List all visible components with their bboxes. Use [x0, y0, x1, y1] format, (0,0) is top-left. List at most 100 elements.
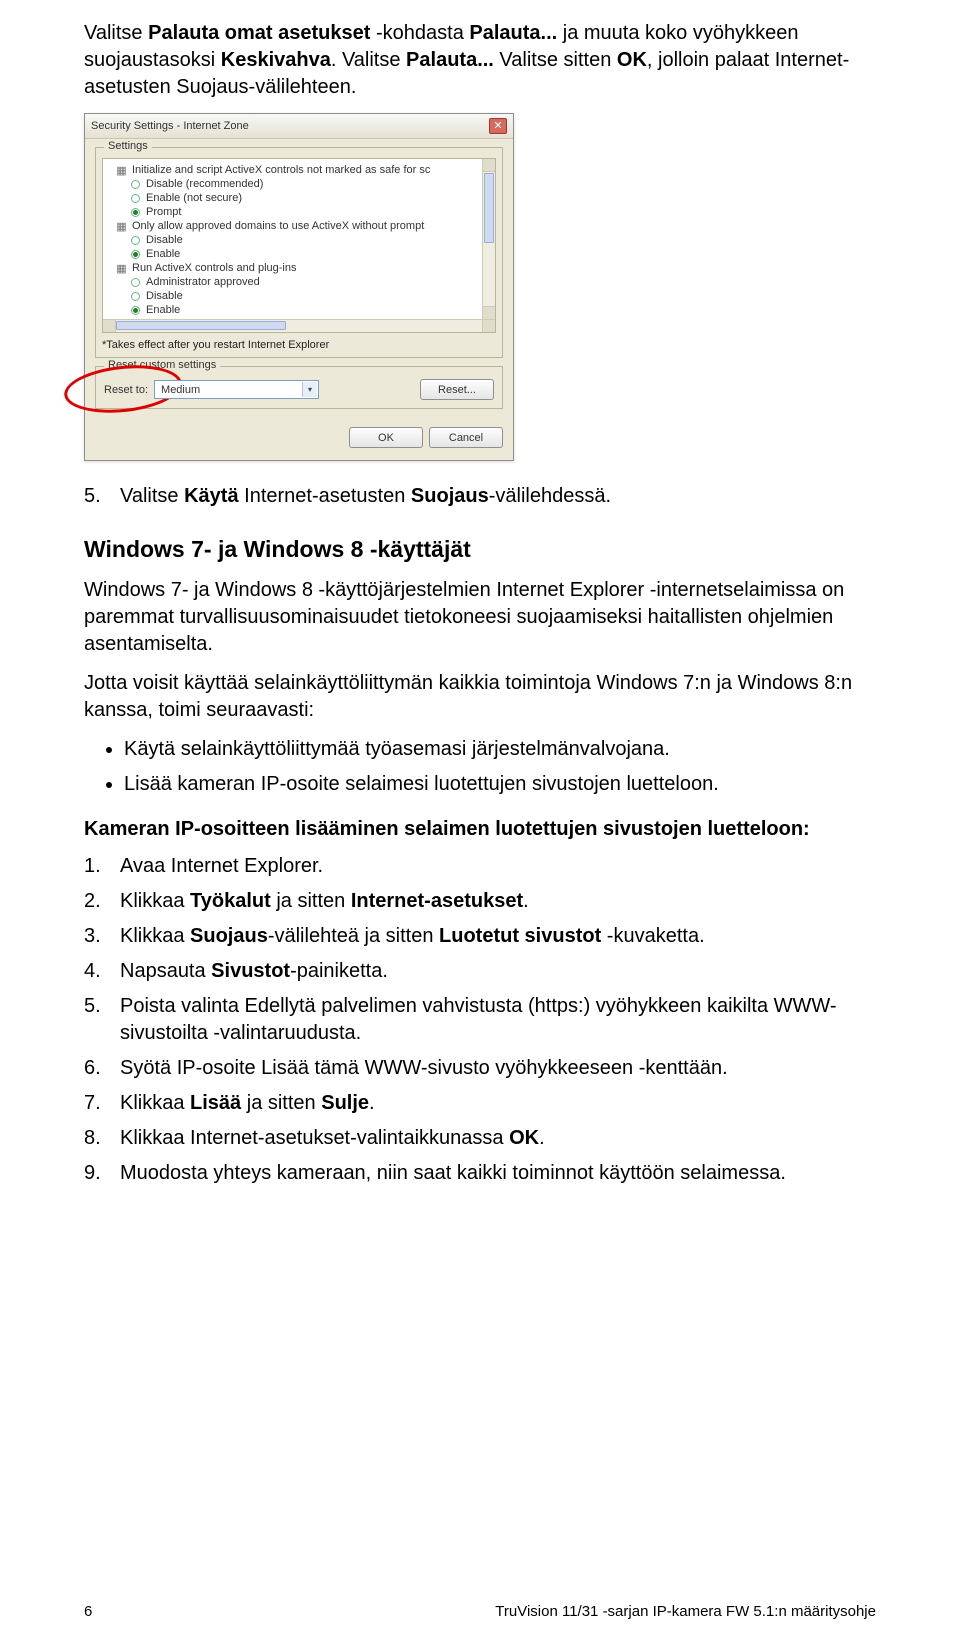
reset-fieldset: Reset custom settings Reset to: Medium ▾… — [95, 366, 503, 409]
tree-node: ▦ Only allow approved domains to use Acti… — [109, 219, 489, 233]
list-item: Lisää kameran IP-osoite selaimesi luotet… — [124, 771, 876, 798]
dialog-body: Settings ▦Initialize and script ActiveX … — [85, 139, 513, 460]
text-bold: Luotetut sivustot — [439, 925, 601, 947]
text: Napsauta — [120, 960, 211, 982]
tree-option[interactable]: Disable — [109, 289, 489, 303]
step-number: 8. — [84, 1125, 110, 1152]
option-label: Enable (not secure) — [146, 192, 242, 204]
tree-label: Initialize and script ActiveX controls n… — [132, 164, 430, 176]
text: -kuvaketta. — [601, 925, 704, 947]
tree-option[interactable]: Prompt — [109, 205, 489, 219]
reset-button[interactable]: Reset... — [420, 379, 494, 400]
node-icon: ▦ — [115, 262, 128, 275]
option-label: Disable — [146, 234, 183, 246]
sub-heading: Kameran IP-osoitteen lisääminen selaimen… — [84, 816, 876, 843]
text-bold: Sulje — [321, 1092, 369, 1114]
settings-tree[interactable]: ▦ Initialize and script ActiveX controls … — [102, 158, 496, 333]
scroll-thumb[interactable] — [116, 321, 286, 330]
section-title: Windows 7- ja Windows 8 -käyttäjät — [84, 536, 876, 563]
step-number: 4. — [84, 958, 110, 985]
step-number: 9. — [84, 1160, 110, 1187]
step-text: Klikkaa Suojaus-välilehteä ja sitten Luo… — [120, 923, 876, 950]
text: ja sitten — [241, 1092, 321, 1114]
radio-icon — [131, 180, 140, 189]
text: Valitse sitten — [494, 49, 617, 71]
security-settings-dialog: Security Settings - Internet Zone ✕ Sett… — [84, 113, 514, 461]
dialog-titlebar: Security Settings - Internet Zone ✕ — [85, 114, 513, 139]
step-text: Poista valinta Edellytä palvelimen vahvi… — [120, 993, 876, 1047]
text: . — [523, 890, 529, 912]
tree-option[interactable]: Disable — [109, 233, 489, 247]
text: -painiketta. — [290, 960, 388, 982]
document-page: Valitse Palauta omat asetukset -kohdasta… — [0, 0, 960, 1644]
close-icon[interactable]: ✕ — [489, 118, 507, 134]
text-bold: Lisää — [190, 1092, 241, 1114]
step-text: Klikkaa Työkalut ja sitten Internet-aset… — [120, 888, 876, 915]
step-8: 8. Klikkaa Internet-asetukset-valintaikku… — [84, 1125, 876, 1152]
tree-option[interactable]: Administrator approved — [109, 275, 489, 289]
step-number: 6. — [84, 1055, 110, 1082]
step-number: 1. — [84, 853, 110, 880]
tree-option[interactable]: Enable — [109, 247, 489, 261]
node-icon: ▦ — [115, 164, 128, 177]
text: . — [369, 1092, 375, 1114]
text: . — [539, 1127, 545, 1149]
radio-icon — [131, 278, 140, 287]
chevron-down-icon[interactable]: ▾ — [302, 382, 317, 397]
paragraph: Jotta voisit käyttää selainkäyttöliittym… — [84, 670, 876, 724]
text: Valitse — [120, 485, 184, 507]
radio-icon — [131, 236, 140, 245]
text-bold: Palauta... — [406, 49, 494, 71]
paragraph: Windows 7- ja Windows 8 -käyttöjärjestel… — [84, 577, 876, 658]
text: Klikkaa — [120, 890, 190, 912]
step-1: 1.Avaa Internet Explorer. — [84, 853, 876, 880]
option-label: Disable (recommended) — [146, 178, 263, 190]
option-label: Enable — [146, 248, 180, 260]
tree-option[interactable]: Disable (recommended) — [109, 177, 489, 191]
scroll-left-icon[interactable] — [103, 320, 116, 332]
step-number: 5. — [84, 993, 110, 1047]
reset-row: Reset to: Medium ▾ Reset... — [96, 373, 502, 402]
text-bold: OK — [617, 49, 647, 71]
step-number: 2. — [84, 888, 110, 915]
ok-button[interactable]: OK — [349, 427, 423, 448]
tree-option[interactable]: Enable — [109, 303, 489, 317]
scroll-down-icon[interactable] — [483, 306, 495, 319]
dialog-buttons: OK Cancel — [95, 417, 503, 450]
text-bold: Palauta omat asetukset — [148, 22, 370, 44]
text: . Valitse — [331, 49, 406, 71]
node-icon: ▦ — [115, 220, 128, 233]
option-label: Disable — [146, 290, 183, 302]
dialog-title: Security Settings - Internet Zone — [91, 120, 249, 132]
text: ja sitten — [271, 890, 351, 912]
scroll-thumb[interactable] — [484, 173, 494, 243]
text: -välilehteä ja sitten — [268, 925, 439, 947]
scrollbar-horizontal[interactable] — [103, 319, 495, 332]
scroll-up-icon[interactable] — [483, 159, 495, 172]
reset-to-label: Reset to: — [104, 384, 148, 396]
text: Klikkaa Internet-asetukset-valintaikkuna… — [120, 1127, 509, 1149]
text-bold: OK — [509, 1127, 539, 1149]
radio-icon — [131, 208, 140, 217]
step-text: Valitse Käytä Internet-asetusten Suojaus… — [120, 483, 876, 510]
scroll-right-icon[interactable] — [482, 320, 495, 332]
step-5b: 5.Poista valinta Edellytä palvelimen vah… — [84, 993, 876, 1047]
radio-icon — [131, 306, 140, 315]
step-2: 2. Klikkaa Työkalut ja sitten Internet-as… — [84, 888, 876, 915]
step-text: Syötä IP-osoite Lisää tämä WWW-sivusto v… — [120, 1055, 876, 1082]
text: Klikkaa — [120, 925, 190, 947]
numbered-list: 1.Avaa Internet Explorer. 2. Klikkaa Työk… — [84, 853, 876, 1187]
tree-label: Only allow approved domains to use Activ… — [132, 220, 424, 232]
step-7: 7.Klikkaa Lisää ja sitten Sulje. — [84, 1090, 876, 1117]
step-text: Klikkaa Internet-asetukset-valintaikkuna… — [120, 1125, 876, 1152]
reset-level-select[interactable]: Medium ▾ — [154, 380, 319, 399]
scrollbar-vertical[interactable] — [482, 159, 495, 319]
page-number: 6 — [84, 1603, 92, 1620]
text: Internet-asetusten — [239, 485, 411, 507]
step-text: Muodosta yhteys kameraan, niin saat kaik… — [120, 1160, 876, 1187]
bullet-list: Käytä selainkäyttöliittymää työasemasi j… — [84, 736, 876, 798]
restart-note: *Takes effect after you restart Internet… — [102, 339, 496, 351]
cancel-button[interactable]: Cancel — [429, 427, 503, 448]
tree-option[interactable]: Enable (not secure) — [109, 191, 489, 205]
option-label: Administrator approved — [146, 276, 260, 288]
